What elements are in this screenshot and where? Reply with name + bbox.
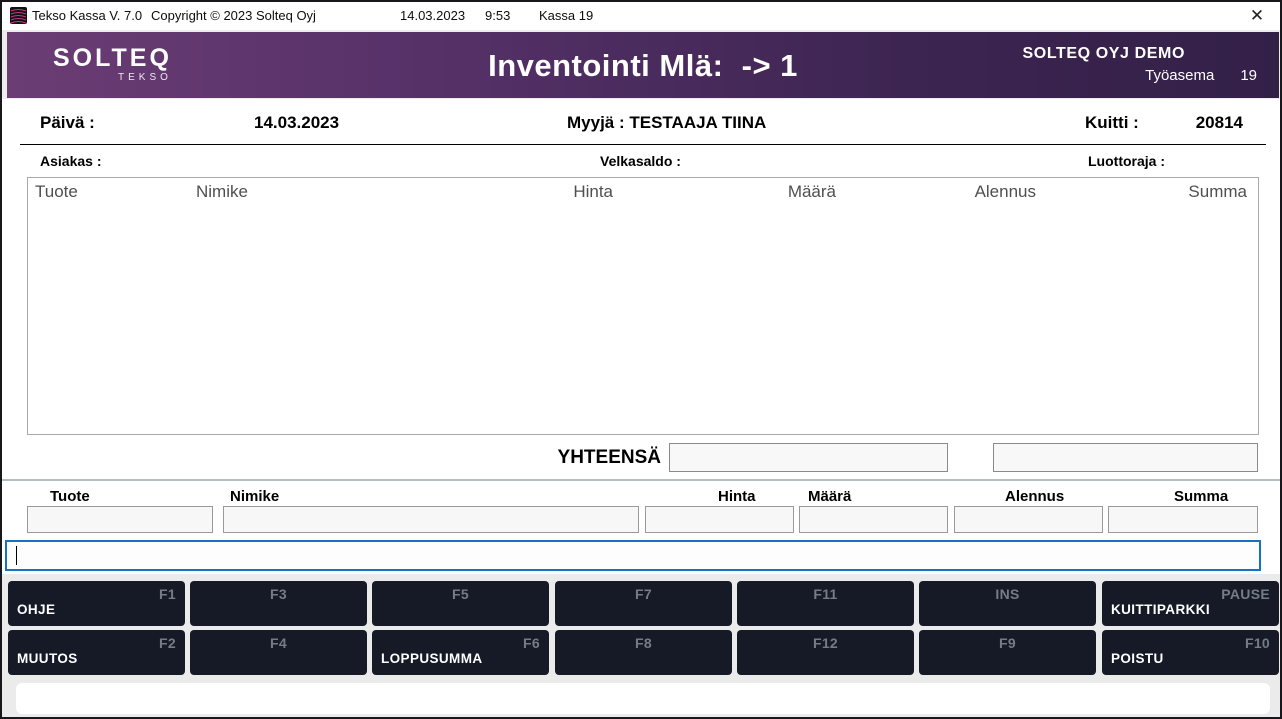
- date-label: Päivä :: [40, 113, 95, 133]
- fkey-f12[interactable]: F12: [737, 630, 914, 675]
- receipt-label: Kuitti :: [1085, 113, 1139, 133]
- entry-input-tuote[interactable]: [27, 506, 213, 533]
- total-value-box: [669, 443, 948, 472]
- receipt-number: 20814: [1196, 113, 1243, 133]
- fkey-action-label: LOPPUSUMMA: [381, 651, 483, 666]
- fkey-f7[interactable]: F7: [555, 581, 732, 626]
- workstation-number: 19: [1240, 67, 1257, 84]
- divider-line: [2, 479, 1282, 481]
- fkey-action-label: OHJE: [17, 602, 55, 617]
- header-right-block: SOLTEQ OYJ DEMO Työasema 19: [1023, 45, 1258, 84]
- entry-label-nimike: Nimike: [230, 488, 279, 505]
- titlebar-time: 9:53: [485, 8, 510, 23]
- titlebar-register: Kassa 19: [539, 8, 593, 23]
- total-secondary-box: [993, 443, 1258, 472]
- fkey-action-label: POISTU: [1111, 651, 1164, 666]
- workstation-line: Työasema 19: [1023, 67, 1258, 84]
- fkey-key-label: F3: [190, 586, 367, 602]
- fkey-key-label: F10: [1245, 635, 1270, 651]
- fkey-poistu[interactable]: F10 POISTU: [1102, 630, 1279, 675]
- column-header-tuote: Tuote: [35, 182, 78, 202]
- fkey-key-label: F9: [919, 635, 1096, 651]
- fkey-f5[interactable]: F5: [372, 581, 549, 626]
- copyright-text: Copyright © 2023 Solteq Oyj: [151, 8, 316, 23]
- column-header-alennus: Alennus: [975, 182, 1036, 202]
- fkey-kuittiparkki[interactable]: PAUSE KUITTIPARKKI: [1102, 581, 1279, 626]
- debt-label: Velkasaldo :: [600, 153, 681, 169]
- column-header-hinta: Hinta: [573, 182, 613, 202]
- column-header-maara: Määrä: [788, 182, 836, 202]
- command-input[interactable]: [7, 542, 1259, 569]
- entry-label-maara: Määrä: [808, 488, 851, 505]
- titlebar[interactable]: Tekso Kassa V. 7.0 Copyright © 2023 Solt…: [2, 2, 1280, 30]
- status-strip: [16, 683, 1270, 714]
- command-input-wrapper: [5, 540, 1261, 571]
- credit-label: Luottoraja :: [1088, 153, 1165, 169]
- date-value: 14.03.2023: [254, 113, 339, 133]
- fkey-key-label: F12: [737, 635, 914, 651]
- fkey-key-label: INS: [919, 586, 1096, 602]
- customer-label: Asiakas :: [40, 153, 101, 169]
- fkey-f3[interactable]: F3: [190, 581, 367, 626]
- entry-input-nimike[interactable]: [223, 506, 639, 533]
- fkey-key-label: F5: [372, 586, 549, 602]
- fkey-key-label: F4: [190, 635, 367, 651]
- entry-label-hinta: Hinta: [718, 488, 756, 505]
- entry-label-summa: Summa: [1174, 488, 1228, 505]
- fkey-ohje[interactable]: F1 OHJE: [8, 581, 185, 626]
- column-header-summa: Summa: [1188, 182, 1247, 202]
- fkey-f11[interactable]: F11: [737, 581, 914, 626]
- total-label: YHTEENSÄ: [558, 447, 661, 469]
- fkey-key-label: F1: [159, 586, 176, 602]
- entry-input-alennus[interactable]: [954, 506, 1103, 533]
- workstation-label: Työasema: [1145, 67, 1214, 84]
- fkey-muutos[interactable]: F2 MUUTOS: [8, 630, 185, 675]
- close-icon[interactable]: ✕: [1242, 2, 1272, 30]
- items-table: Tuote Nimike Hinta Määrä Alennus Summa: [27, 177, 1259, 435]
- column-header-nimike: Nimike: [196, 182, 248, 202]
- fkey-ins[interactable]: INS: [919, 581, 1096, 626]
- company-name: SOLTEQ OYJ DEMO: [1023, 45, 1186, 63]
- fkey-key-label: F6: [523, 635, 540, 651]
- fkey-loppusumma[interactable]: F6 LOPPUSUMMA: [372, 630, 549, 675]
- fkey-f9[interactable]: F9: [919, 630, 1096, 675]
- page-header: SOLTEQ TEKSO Inventointi Mlä: -> 1 SOLTE…: [7, 32, 1279, 98]
- fkey-action-label: KUITTIPARKKI: [1111, 602, 1210, 617]
- entry-input-hinta[interactable]: [645, 506, 794, 533]
- fkey-key-label: F7: [555, 586, 732, 602]
- divider-line: [20, 144, 1266, 145]
- app-icon: [10, 7, 27, 24]
- fkey-action-label: MUUTOS: [17, 651, 78, 666]
- fkey-key-label: F8: [555, 635, 732, 651]
- fkey-key-label: PAUSE: [1221, 586, 1270, 602]
- app-window: Tekso Kassa V. 7.0 Copyright © 2023 Solt…: [0, 0, 1282, 719]
- entry-label-alennus: Alennus: [1005, 488, 1064, 505]
- entry-label-tuote: Tuote: [50, 488, 90, 505]
- fkey-f4[interactable]: F4: [190, 630, 367, 675]
- fkey-key-label: F2: [159, 635, 176, 651]
- entry-input-summa[interactable]: [1108, 506, 1258, 533]
- titlebar-date: 14.03.2023: [400, 8, 465, 23]
- seller-line: Myyjä : TESTAAJA TIINA: [567, 113, 766, 133]
- fkey-f8[interactable]: F8: [555, 630, 732, 675]
- window-title: Tekso Kassa V. 7.0: [32, 8, 142, 23]
- entry-input-maara[interactable]: [799, 506, 948, 533]
- fkey-key-label: F11: [737, 586, 914, 602]
